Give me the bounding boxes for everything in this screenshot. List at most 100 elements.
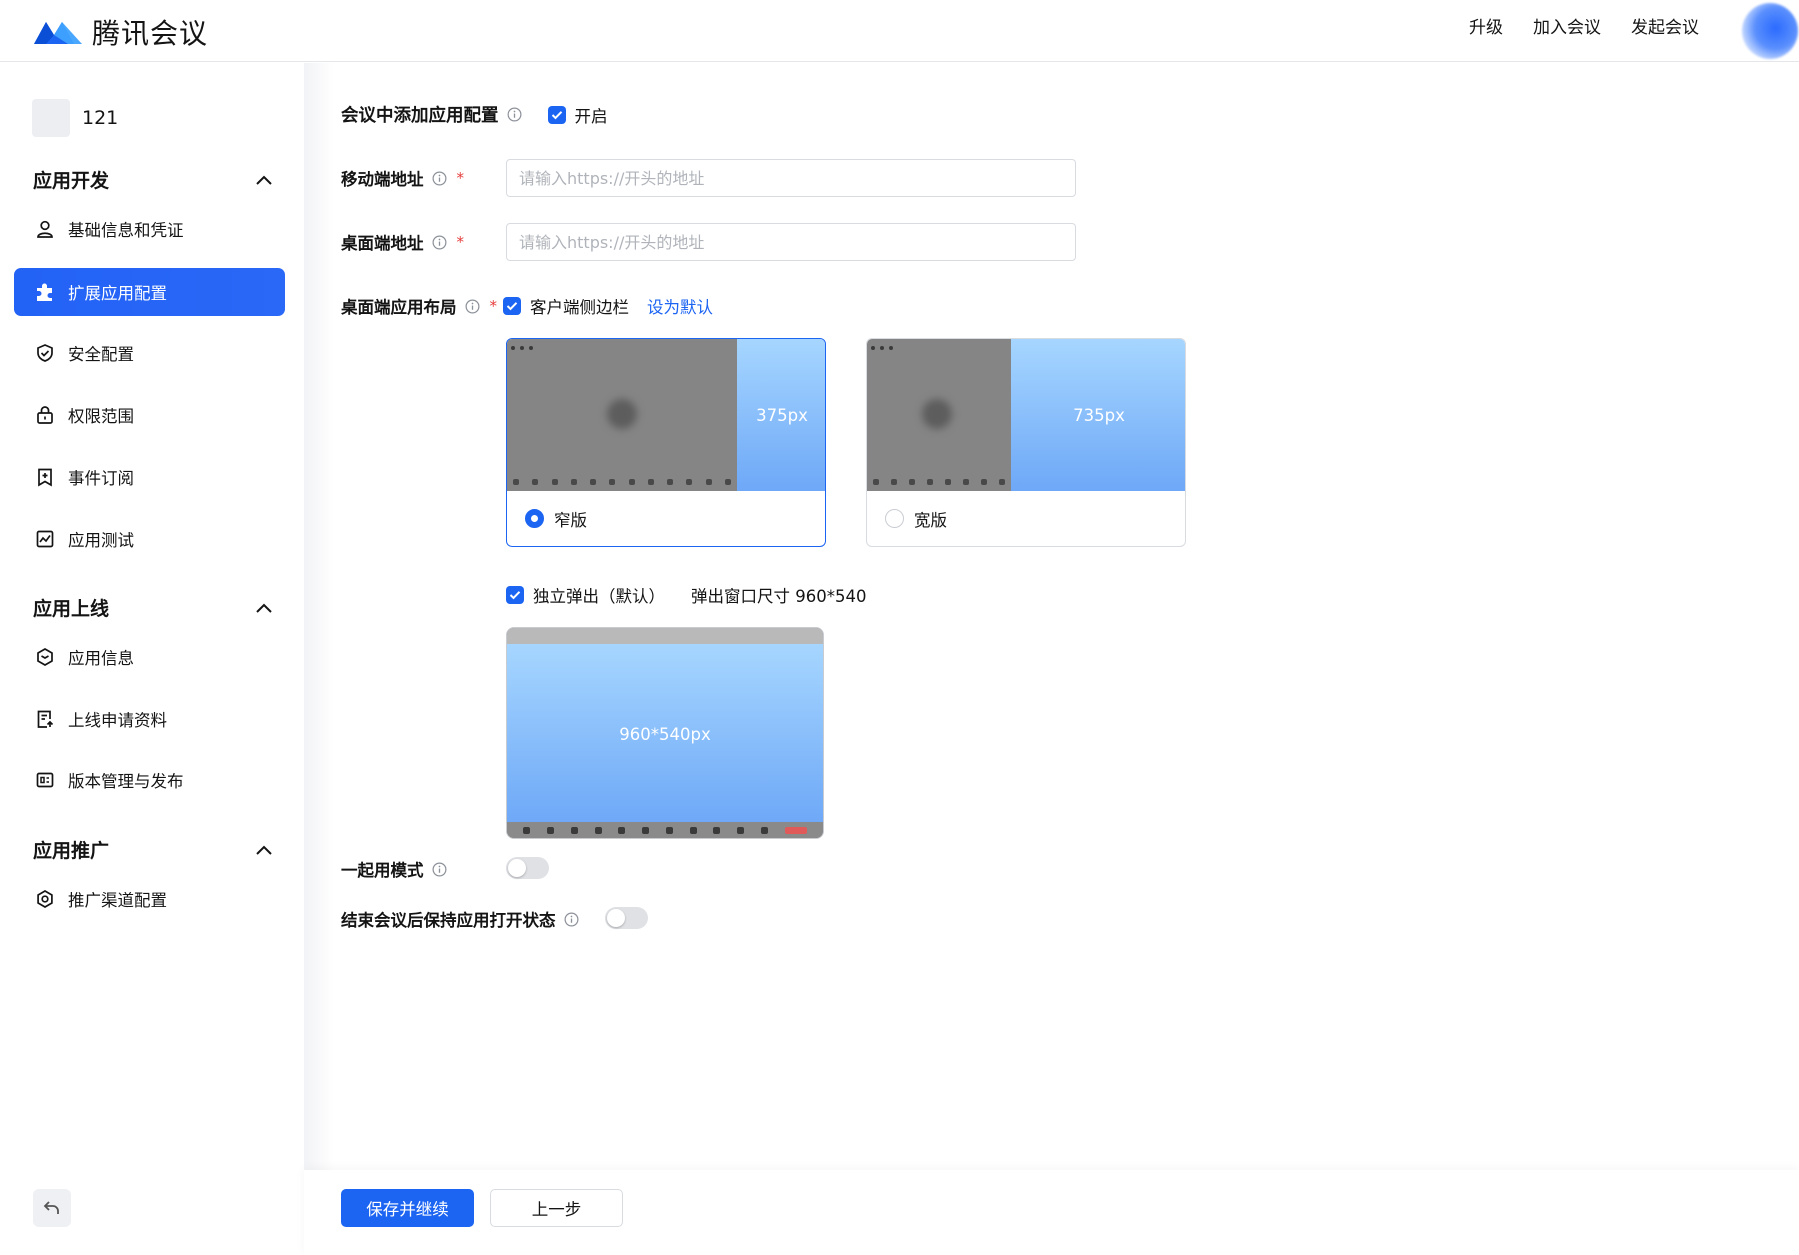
sidebar-item-security[interactable]: 安全配置 — [14, 329, 285, 377]
required-mark: * — [489, 297, 498, 315]
wide-option-label: 宽版 — [914, 510, 947, 530]
wide-preview: 735px — [867, 339, 1185, 491]
sidebar-item-app-info[interactable]: 应用信息 — [14, 633, 285, 681]
together-mode-toggle[interactable] — [506, 857, 549, 879]
sidebar-item-label: 版本管理与发布 — [68, 772, 184, 791]
desktop-url-input[interactable] — [506, 223, 1076, 261]
document-upload-icon — [34, 708, 56, 730]
popup-checkbox[interactable] — [506, 586, 524, 604]
narrow-radio[interactable] — [525, 509, 544, 528]
sidebar-item-label: 扩展应用配置 — [68, 284, 167, 303]
info-icon[interactable] — [564, 912, 579, 927]
check-icon — [509, 591, 521, 600]
previous-step-button[interactable]: 上一步 — [490, 1189, 623, 1227]
row-mobile-url: 移动端地址 * — [341, 166, 464, 190]
row-add-app-config: 会议中添加应用配置 开启 — [341, 102, 608, 127]
popup-titlebar — [507, 628, 823, 644]
wide-width-label: 735px — [1011, 339, 1185, 491]
top-header: 腾讯会议 升级 加入会议 发起会议 — [0, 0, 1799, 62]
popup-size-label: 960*540px — [507, 644, 823, 824]
info-icon[interactable] — [465, 299, 480, 314]
chart-line-icon — [34, 528, 56, 550]
group-title-label: 应用推广 — [33, 840, 110, 862]
sidebar-item-label: 应用测试 — [68, 531, 134, 550]
sidebar-item-label: 安全配置 — [68, 345, 134, 364]
enable-checkbox[interactable] — [547, 105, 566, 124]
narrow-card-footer: 窄版 — [507, 491, 825, 546]
popup-window-preview: 960*540px — [506, 627, 824, 839]
enable-checkbox-label: 开启 — [574, 106, 608, 126]
popup-toolbar — [507, 822, 823, 838]
field-label: 桌面端应用布局 — [341, 298, 457, 317]
popup-checkbox-label: 独立弹出（默认） — [533, 587, 665, 606]
sidebar-item-label: 上线申请资料 — [68, 711, 167, 730]
meeting-preview — [507, 339, 737, 491]
info-icon[interactable] — [432, 235, 447, 250]
sidebar-item-promotion-channel[interactable]: 推广渠道配置 — [14, 875, 285, 923]
info-icon[interactable] — [432, 862, 447, 877]
group-title-label: 应用开发 — [33, 170, 110, 192]
info-icon[interactable] — [507, 107, 522, 122]
action-footer: 保存并继续 上一步 — [304, 1170, 1799, 1255]
group-app-promotion[interactable]: 应用推广 — [33, 837, 273, 865]
nav-join-meeting[interactable]: 加入会议 — [1533, 17, 1601, 39]
check-icon — [506, 302, 518, 311]
nav-upgrade[interactable]: 升级 — [1469, 17, 1503, 39]
field-label: 一起用模式 — [341, 861, 424, 880]
user-icon — [34, 218, 56, 240]
check-icon — [551, 110, 562, 119]
brand-logo[interactable]: 腾讯会议 — [32, 12, 208, 52]
set-default-link[interactable]: 设为默认 — [647, 294, 713, 318]
sidebar-item-basic-info[interactable]: 基础信息和凭证 — [14, 205, 285, 253]
wide-radio[interactable] — [885, 509, 904, 528]
row-desktop-layout: 桌面端应用布局 * 客户端侧边栏 设为默认 — [341, 294, 713, 318]
sidebar-item-app-test[interactable]: 应用测试 — [14, 515, 285, 563]
lock-icon — [34, 404, 56, 426]
nav-start-meeting[interactable]: 发起会议 — [1631, 17, 1699, 39]
puzzle-icon — [34, 281, 56, 303]
app-name: 121 — [82, 107, 119, 129]
field-label: 会议中添加应用配置 — [341, 106, 499, 126]
collapse-back-button[interactable] — [33, 1189, 71, 1227]
app-header: 121 — [32, 99, 118, 137]
sidebar: 121 应用开发 基础信息和凭证 扩展应用配置 安全配置 权限范围 事件订阅 应… — [0, 63, 304, 1255]
narrow-option-label: 窄版 — [554, 510, 587, 530]
top-nav: 升级 加入会议 发起会议 — [1439, 17, 1699, 39]
bookmark-plus-icon — [34, 466, 56, 488]
sidebar-item-label: 应用信息 — [68, 649, 134, 668]
row-keep-open: 结束会议后保持应用打开状态 — [341, 907, 579, 931]
layout-option-narrow[interactable]: 375px 窄版 — [506, 338, 826, 547]
user-avatar[interactable] — [1742, 3, 1798, 59]
info-icon[interactable] — [432, 171, 447, 186]
layout-option-wide[interactable]: 735px 宽版 — [866, 338, 1186, 547]
sidebar-item-label: 基础信息和凭证 — [68, 221, 184, 240]
field-label: 结束会议后保持应用打开状态 — [341, 911, 556, 930]
version-icon — [34, 769, 56, 791]
chevron-up-icon — [256, 175, 272, 185]
sidebar-item-extension-config[interactable]: 扩展应用配置 — [14, 268, 285, 316]
sidebar-item-version-release[interactable]: 版本管理与发布 — [14, 756, 285, 804]
chevron-up-icon — [256, 845, 272, 855]
sidebar-layout-checkbox[interactable] — [503, 297, 521, 315]
group-app-launch[interactable]: 应用上线 — [33, 595, 273, 623]
mobile-url-input[interactable] — [506, 159, 1076, 197]
sidebar-item-event-subscription[interactable]: 事件订阅 — [14, 453, 285, 501]
popup-size-text: 弹出窗口尺寸 960*540 — [691, 587, 867, 606]
group-title-label: 应用上线 — [33, 598, 110, 620]
save-continue-button[interactable]: 保存并继续 — [341, 1189, 474, 1227]
sidebar-layout-label: 客户端侧边栏 — [530, 298, 629, 317]
keep-open-toggle[interactable] — [605, 907, 648, 929]
narrow-preview: 375px — [507, 339, 825, 491]
main-content: 会议中添加应用配置 开启 移动端地址 * 桌面端地址 * 桌面端应用布局 * 客… — [304, 63, 1799, 1173]
field-label: 移动端地址 — [341, 170, 424, 189]
brand-name: 腾讯会议 — [92, 17, 209, 50]
field-label: 桌面端地址 — [341, 234, 424, 253]
cube-icon — [34, 646, 56, 668]
narrow-width-label: 375px — [737, 339, 825, 491]
chevron-up-icon — [256, 603, 272, 613]
wide-card-footer: 宽版 — [867, 491, 1185, 546]
sidebar-item-launch-materials[interactable]: 上线申请资料 — [14, 695, 285, 743]
sidebar-item-permission-scope[interactable]: 权限范围 — [14, 391, 285, 439]
group-app-development[interactable]: 应用开发 — [33, 167, 273, 195]
row-popup: 独立弹出（默认） 弹出窗口尺寸 960*540 — [506, 583, 866, 607]
